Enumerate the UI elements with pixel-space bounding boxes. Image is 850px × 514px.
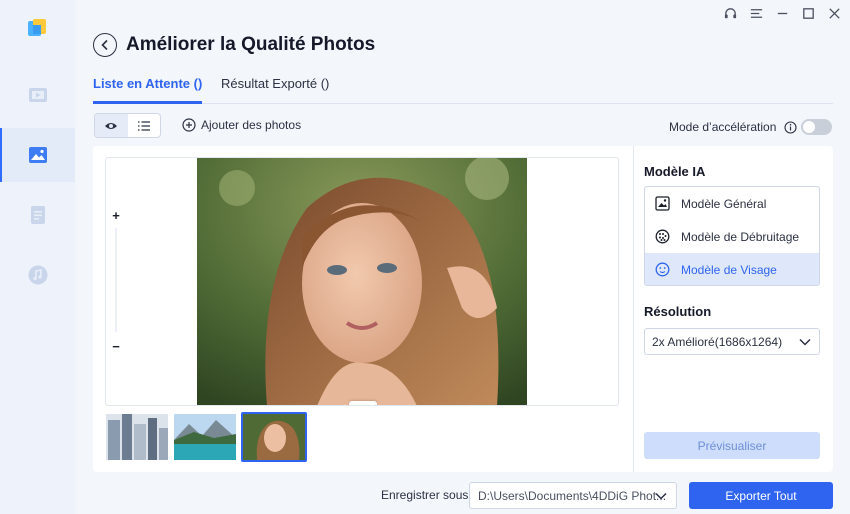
music-icon	[28, 265, 47, 285]
thumbnail-lake[interactable]	[174, 414, 236, 460]
model-face-option[interactable]: Modèle de Visage	[645, 253, 819, 285]
sidebar-item-video[interactable]	[0, 68, 75, 122]
page-title: Améliorer la Qualité Photos	[126, 34, 376, 55]
sidebar-item-photo[interactable]	[0, 128, 75, 182]
acceleration-label: Mode d’accélération	[669, 120, 777, 134]
save-path-value: D:\Users\Documents\4DDiG Phot...	[478, 488, 667, 503]
window-controls	[722, 5, 842, 21]
video-icon	[28, 88, 47, 102]
model-denoise-option[interactable]: Modèle de Débruitage	[645, 220, 819, 253]
preview-view-button[interactable]	[95, 114, 128, 137]
sidebar	[0, 0, 75, 514]
panel-divider	[633, 146, 634, 472]
headset-icon[interactable]	[722, 5, 738, 21]
zoom-slider[interactable]	[115, 228, 117, 332]
resolution-heading: Résolution	[644, 304, 712, 319]
sidebar-item-document[interactable]	[0, 188, 75, 242]
eye-icon	[105, 122, 118, 129]
save-path-select[interactable]: D:\Users\Documents\4DDiG Phot...	[469, 482, 677, 509]
sidebar-item-music[interactable]	[0, 248, 75, 302]
noise-icon	[655, 229, 670, 244]
back-button[interactable]	[93, 33, 117, 57]
minimize-icon[interactable]	[774, 5, 790, 21]
tab-bar: Liste en Attente () Résultat Exporté ()	[93, 76, 833, 104]
photo-icon	[28, 147, 47, 163]
chevron-down-icon	[655, 492, 667, 500]
image-icon	[655, 196, 670, 211]
resolution-value: 2x Amélioré(1686x1264)	[652, 334, 783, 349]
tab-waiting-list[interactable]: Liste en Attente ()	[93, 76, 203, 104]
list-view-button[interactable]	[128, 114, 161, 137]
export-all-button[interactable]: Exporter Tout	[689, 482, 833, 509]
plus-circle-icon	[182, 118, 196, 132]
info-icon[interactable]	[784, 120, 797, 134]
thumbnail-city[interactable]	[106, 414, 168, 460]
close-icon[interactable]	[826, 5, 842, 21]
view-mode-toggle	[94, 113, 161, 138]
document-icon	[30, 206, 45, 224]
preview-button[interactable]: Prévisualiser	[644, 432, 820, 459]
acceleration-mode: Mode d’accélération	[669, 120, 797, 134]
model-list: Modèle Général Modèle de Débruitage Modè…	[644, 186, 820, 286]
main-panel: + − Modèle IA Modèle Général Modèle de D…	[93, 146, 833, 472]
menu-icon[interactable]	[748, 5, 764, 21]
face-icon	[655, 262, 670, 277]
thumbnail-portrait[interactable]	[241, 412, 307, 462]
model-face-label: Modèle de Visage	[681, 262, 777, 277]
maximize-icon[interactable]	[800, 5, 816, 21]
model-general-label: Modèle Général	[681, 196, 767, 211]
list-icon	[137, 120, 150, 131]
chevron-down-icon	[799, 338, 811, 346]
zoom-out-button[interactable]: −	[108, 338, 124, 354]
zoom-in-button[interactable]: +	[108, 207, 124, 223]
acceleration-toggle[interactable]	[801, 119, 832, 135]
drag-handle[interactable]	[349, 401, 377, 405]
chevron-left-icon	[101, 39, 108, 51]
preview-photo	[197, 158, 527, 405]
add-photos-label: Ajouter des photos	[201, 118, 302, 132]
model-general-option[interactable]: Modèle Général	[645, 187, 819, 220]
image-canvas: + −	[105, 157, 619, 406]
toggle-knob	[803, 121, 815, 133]
resolution-select[interactable]: 2x Amélioré(1686x1264)	[644, 328, 820, 355]
app-logo-icon	[26, 17, 48, 39]
add-photos-button[interactable]: Ajouter des photos	[182, 118, 301, 132]
model-heading: Modèle IA	[644, 164, 706, 179]
model-denoise-label: Modèle de Débruitage	[681, 229, 800, 244]
tab-exported-result[interactable]: Résultat Exporté ()	[221, 76, 329, 104]
save-as-label: Enregistrer sous	[381, 488, 469, 502]
